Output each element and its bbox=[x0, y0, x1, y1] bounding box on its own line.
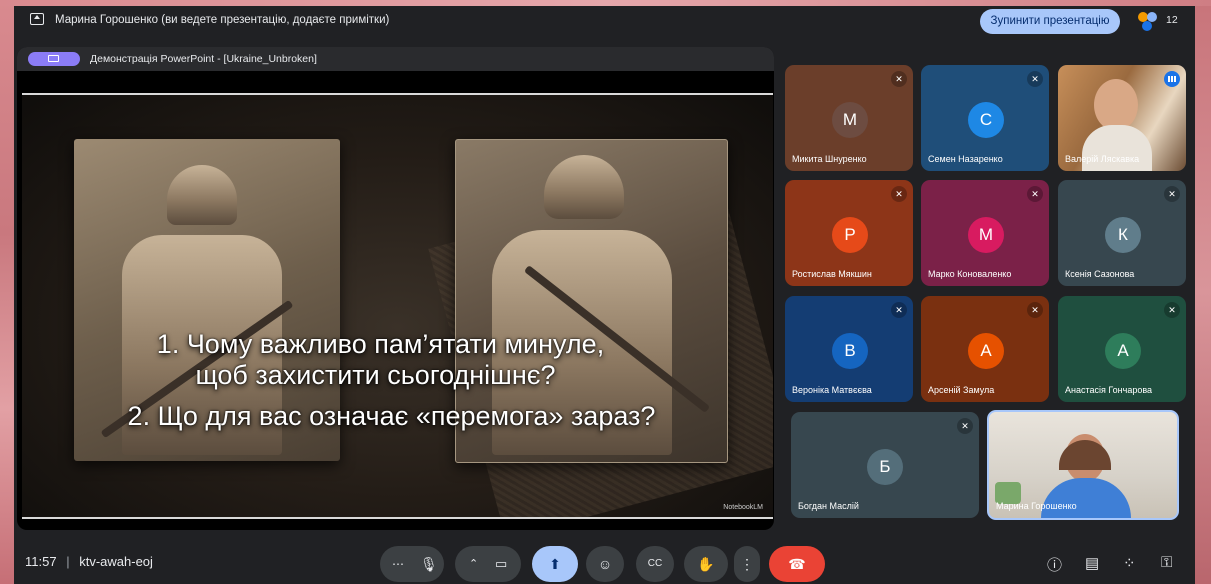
self-video-hair bbox=[1059, 440, 1111, 470]
avatar: Р bbox=[832, 217, 868, 253]
desktop-edge-left bbox=[0, 0, 14, 584]
slide-content: 1. Чому важливо пам’ятати минуле, щоб за… bbox=[22, 93, 773, 519]
participant-name: Микита Шнуренко bbox=[792, 154, 867, 164]
chat-icon[interactable]: ▤ bbox=[1085, 554, 1099, 572]
camera-options-icon[interactable]: ⌃ bbox=[469, 546, 478, 582]
participant-name: Марина Горошенко bbox=[996, 501, 1077, 511]
avatar-stack-icon-3 bbox=[1142, 21, 1152, 31]
avatar: В bbox=[832, 333, 868, 369]
activities-icon[interactable]: ⁘ bbox=[1123, 554, 1136, 572]
participant-tile[interactable]: Р ✕ Ростислав Мякшин bbox=[785, 180, 913, 286]
present-to-all-icon bbox=[30, 13, 44, 25]
avatar: М bbox=[968, 217, 1004, 253]
end-call-icon[interactable]: ☎ bbox=[769, 546, 825, 582]
participant-video-tile[interactable]: Валерій Ляскавка bbox=[1058, 65, 1186, 171]
mic-off-icon: ✕ bbox=[957, 418, 973, 434]
mic-off-icon: ✕ bbox=[891, 302, 907, 318]
avatar: А bbox=[1105, 333, 1141, 369]
camera-icon[interactable]: ▭ bbox=[495, 546, 507, 582]
participant-name: Вероніка Матвєєва bbox=[792, 385, 872, 395]
mic-off-icon: ✕ bbox=[891, 186, 907, 202]
participant-tile[interactable]: М ✕ Микита Шнуренко bbox=[785, 65, 913, 171]
camera-control-group: ⌃ ▭ bbox=[455, 546, 521, 582]
raise-hand-icon[interactable]: ✋ bbox=[684, 546, 728, 582]
more-icon[interactable]: ⋮ bbox=[734, 546, 760, 582]
slide-question-2: 2. Що для вас означає «перемога» зараз? bbox=[127, 401, 656, 431]
participant-name: Валерій Ляскавка bbox=[1065, 154, 1140, 164]
separator: | bbox=[66, 554, 70, 569]
screen-share-icon bbox=[28, 52, 80, 66]
notebooklm-watermark: NotebookLM bbox=[723, 504, 763, 511]
avatar: Б bbox=[867, 449, 903, 485]
presenting-bar: Марина Горошенко (ви ведете презентацію,… bbox=[14, 6, 1195, 36]
bottom-control-bar: 11:57 | ktv-awah-eoj ⋯ 🎙 ⌃ ▭ ⬆ ☺ CC ✋ ⋮ … bbox=[14, 540, 1195, 584]
participant-name: Арсеній Замула bbox=[928, 385, 995, 395]
mic-off-icon: ✕ bbox=[1027, 302, 1043, 318]
participant-tile[interactable]: К ✕ Ксенія Сазонова bbox=[1058, 180, 1186, 286]
presentation-title: Демонстрація PowerPoint - [Ukraine_Unbro… bbox=[90, 53, 317, 65]
participant-video-face bbox=[1094, 79, 1138, 131]
presenting-status: Марина Горошенко (ви ведете презентацію,… bbox=[55, 14, 390, 26]
participant-name: Богдан Маслій bbox=[798, 501, 859, 511]
self-video-tile[interactable]: Марина Горошенко bbox=[987, 410, 1179, 520]
self-video-body bbox=[1041, 478, 1131, 518]
meeting-code: ktv-awah-eoj bbox=[79, 554, 153, 569]
avatar: К bbox=[1105, 217, 1141, 253]
info-icon[interactable]: ⓘ bbox=[1047, 554, 1062, 575]
participant-tile[interactable]: Б ✕ Богдан Маслій bbox=[791, 412, 979, 518]
participant-count: 12 bbox=[1166, 14, 1178, 26]
participant-name: Марко Коноваленко bbox=[928, 269, 1012, 279]
clock-time: 11:57 bbox=[25, 554, 57, 569]
desktop-edge-right bbox=[1195, 0, 1211, 584]
participants-chip[interactable]: 12 bbox=[1136, 10, 1180, 32]
slide-question-1-line-2: щоб захистити сьогоднішнє? bbox=[195, 360, 556, 390]
mic-off-icon: ✕ bbox=[1164, 302, 1180, 318]
participant-tile[interactable]: М ✕ Марко Коноваленко bbox=[921, 180, 1049, 286]
mic-off-icon: ✕ bbox=[891, 71, 907, 87]
participant-name: Анастасія Гончарова bbox=[1065, 385, 1153, 395]
stop-presenting-button[interactable]: Зупинити презентацію bbox=[980, 9, 1120, 34]
presentation-header: Демонстрація PowerPoint - [Ukraine_Unbro… bbox=[17, 47, 774, 71]
mic-off-icon: ✕ bbox=[1027, 186, 1043, 202]
participant-tile[interactable]: А ✕ Арсеній Замула bbox=[921, 296, 1049, 402]
meet-window: Марина Горошенко (ви ведете презентацію,… bbox=[14, 6, 1195, 584]
avatar: А bbox=[968, 333, 1004, 369]
mic-options-icon[interactable]: ⋯ bbox=[392, 546, 404, 582]
presentation-tile[interactable]: Демонстрація PowerPoint - [Ukraine_Unbro… bbox=[17, 47, 774, 530]
mic-icon[interactable]: 🎙 bbox=[420, 546, 438, 582]
mic-off-icon: ✕ bbox=[1027, 71, 1043, 87]
slide-question-1-line-1: 1. Чому важливо пам’ятати минуле, bbox=[156, 329, 605, 359]
mic-off-icon: ✕ bbox=[1164, 186, 1180, 202]
participant-tile[interactable]: С ✕ Семен Назаренко bbox=[921, 65, 1049, 171]
participant-tile[interactable]: В ✕ Вероніка Матвєєва bbox=[785, 296, 913, 402]
avatar: С bbox=[968, 102, 1004, 138]
avatar: М bbox=[832, 102, 868, 138]
participant-video-body bbox=[1082, 125, 1152, 171]
mic-control-group: ⋯ 🎙 bbox=[380, 546, 444, 582]
host-controls-icon[interactable]: ⚿ bbox=[1161, 554, 1172, 571]
participant-name: Ксенія Сазонова bbox=[1065, 269, 1135, 279]
emoji-icon[interactable]: ☺ bbox=[586, 546, 624, 582]
speaking-indicator-icon bbox=[1164, 71, 1180, 87]
meeting-time-code: 11:57 | ktv-awah-eoj bbox=[25, 554, 153, 569]
participant-tile[interactable]: А ✕ Анастасія Гончарова bbox=[1058, 296, 1186, 402]
participant-name: Ростислав Мякшин bbox=[792, 269, 872, 279]
captions-icon[interactable]: CC bbox=[636, 546, 674, 582]
participant-name: Семен Назаренко bbox=[928, 154, 1003, 164]
present-icon[interactable]: ⬆ bbox=[532, 546, 578, 582]
